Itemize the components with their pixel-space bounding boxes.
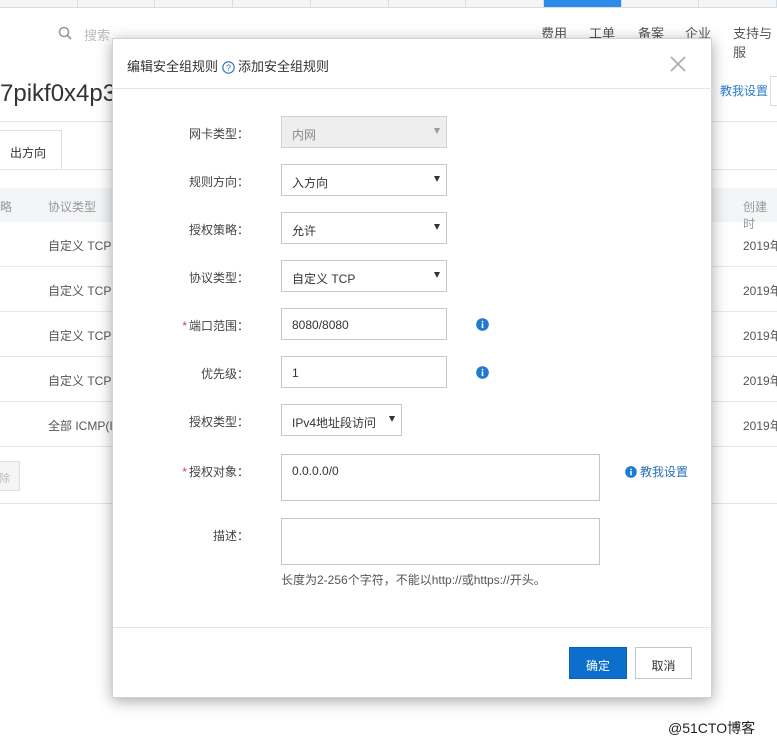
top-tab[interactable] [466,0,544,7]
cancel-button-label: 取消 [651,659,676,673]
priority-value: 1 [292,366,299,380]
priority-label: 优先级： [200,367,249,381]
policy-label: 授权策略： [188,223,249,237]
question-icon[interactable]: ? [222,61,235,74]
watermark: @51CTO博客 [668,720,756,736]
confirm-button-label: 确定 [585,659,610,673]
nic-type-value: 内网 [292,128,317,142]
created-cell: 2019年 [743,284,777,298]
search-icon[interactable] [58,26,72,40]
created-cell: 2019年 [743,419,777,433]
top-tab[interactable] [77,0,156,7]
priority-input[interactable]: 1 [281,356,447,388]
top-tab[interactable] [0,0,78,7]
protocol-cell: 全部 ICMP(I [48,419,113,433]
description-textarea[interactable] [281,518,600,565]
chevron-down-icon [389,416,395,422]
search-input[interactable]: 搜索 [84,25,110,44]
created-cell: 2019年 [743,239,777,253]
description-label: 描述： [212,529,249,543]
delete-button[interactable]: 除 [0,461,20,491]
policy-select[interactable]: 允许 [281,212,447,244]
port-range-value: 8080/8080 [292,318,349,332]
auth-type-select[interactable]: IPv4地址段访问 [281,404,402,436]
dialog-title: 编辑安全组规则 [127,59,219,74]
column-header-protocol: 协议类型 [48,200,97,214]
required-mark: * [182,465,187,479]
add-rule-help-link[interactable]: 添加安全组规则 [238,59,329,74]
required-mark: * [182,319,187,333]
protocol-cell: 自定义 TCP [48,374,112,388]
edit-security-rule-dialog: 编辑安全组规则? 添加安全组规则 网卡类型： 内网 规则方向： 入方向 授权策略：… [112,38,713,698]
port-range-label: * 端口范围： [113,317,249,334]
tab-outbound[interactable]: 出方向 [0,130,62,170]
header-button[interactable] [770,76,777,106]
port-range-input[interactable]: 8080/8080 [281,308,447,340]
column-header-policy: 略 [0,200,13,214]
nav-item-support[interactable]: 支持与服 [733,23,777,61]
teach-me-link-text: 教我设置 [640,465,689,479]
chevron-down-icon [434,224,440,230]
top-tab-strip [0,0,777,8]
top-tab-active[interactable] [543,0,622,7]
top-tab[interactable] [155,0,234,7]
port-range-label-text: 端口范围： [188,319,249,333]
auth-object-value: 0.0.0.0/0 [292,464,339,478]
dialog-title-bar: 编辑安全组规则? 添加安全组规则 [127,56,329,75]
direction-value: 入方向 [292,176,329,190]
info-icon [625,466,637,478]
auth-type-label: 授权类型： [188,415,249,429]
policy-value: 允许 [292,224,317,238]
page-title: 7pikf0x4p3r [0,80,125,107]
protocol-select[interactable]: 自定义 TCP [281,260,447,292]
auth-type-value: IPv4地址段访问 [292,416,377,430]
chevron-down-icon [434,128,440,134]
teach-me-link[interactable]: 教我设置 [625,463,688,480]
close-icon[interactable] [669,55,687,73]
dialog-header: 编辑安全组规则? 添加安全组规则 [113,39,713,89]
cancel-button[interactable]: 取消 [635,647,692,679]
direction-select[interactable]: 入方向 [281,164,447,196]
top-tab[interactable] [310,0,389,7]
top-tab[interactable] [233,0,311,7]
svg-text:?: ? [226,63,231,73]
created-cell: 2019年 [743,329,777,343]
auth-object-label: * 授权对象： [113,463,249,480]
protocol-value: 自定义 TCP [292,272,356,286]
top-tab[interactable] [621,0,700,7]
delete-button-label: 除 [0,473,10,485]
confirm-button[interactable]: 确定 [569,647,627,679]
top-tab[interactable] [699,0,777,7]
created-cell: 2019年 [743,374,777,388]
teach-me-link[interactable]: 教我设置 [720,82,768,99]
nic-type-label: 网卡类型： [188,127,249,141]
protocol-cell: 自定义 TCP [48,239,112,253]
auth-object-textarea[interactable]: 0.0.0.0/0 [281,454,600,501]
nic-type-select: 内网 [281,116,447,148]
info-icon[interactable] [476,318,489,331]
protocol-cell: 自定义 TCP [48,284,112,298]
protocol-cell: 自定义 TCP [48,329,112,343]
dialog-footer-divider [113,627,713,628]
tab-outbound-label: 出方向 [10,146,47,160]
description-hint: 长度为2-256个字符，不能以http://或https://开头。 [281,573,546,587]
protocol-label: 协议类型： [188,271,249,285]
top-tab[interactable] [388,0,467,7]
direction-label: 规则方向： [188,175,249,189]
info-icon[interactable] [476,366,489,379]
auth-object-label-text: 授权对象： [188,465,249,479]
chevron-down-icon [434,176,440,182]
chevron-down-icon [434,272,440,278]
